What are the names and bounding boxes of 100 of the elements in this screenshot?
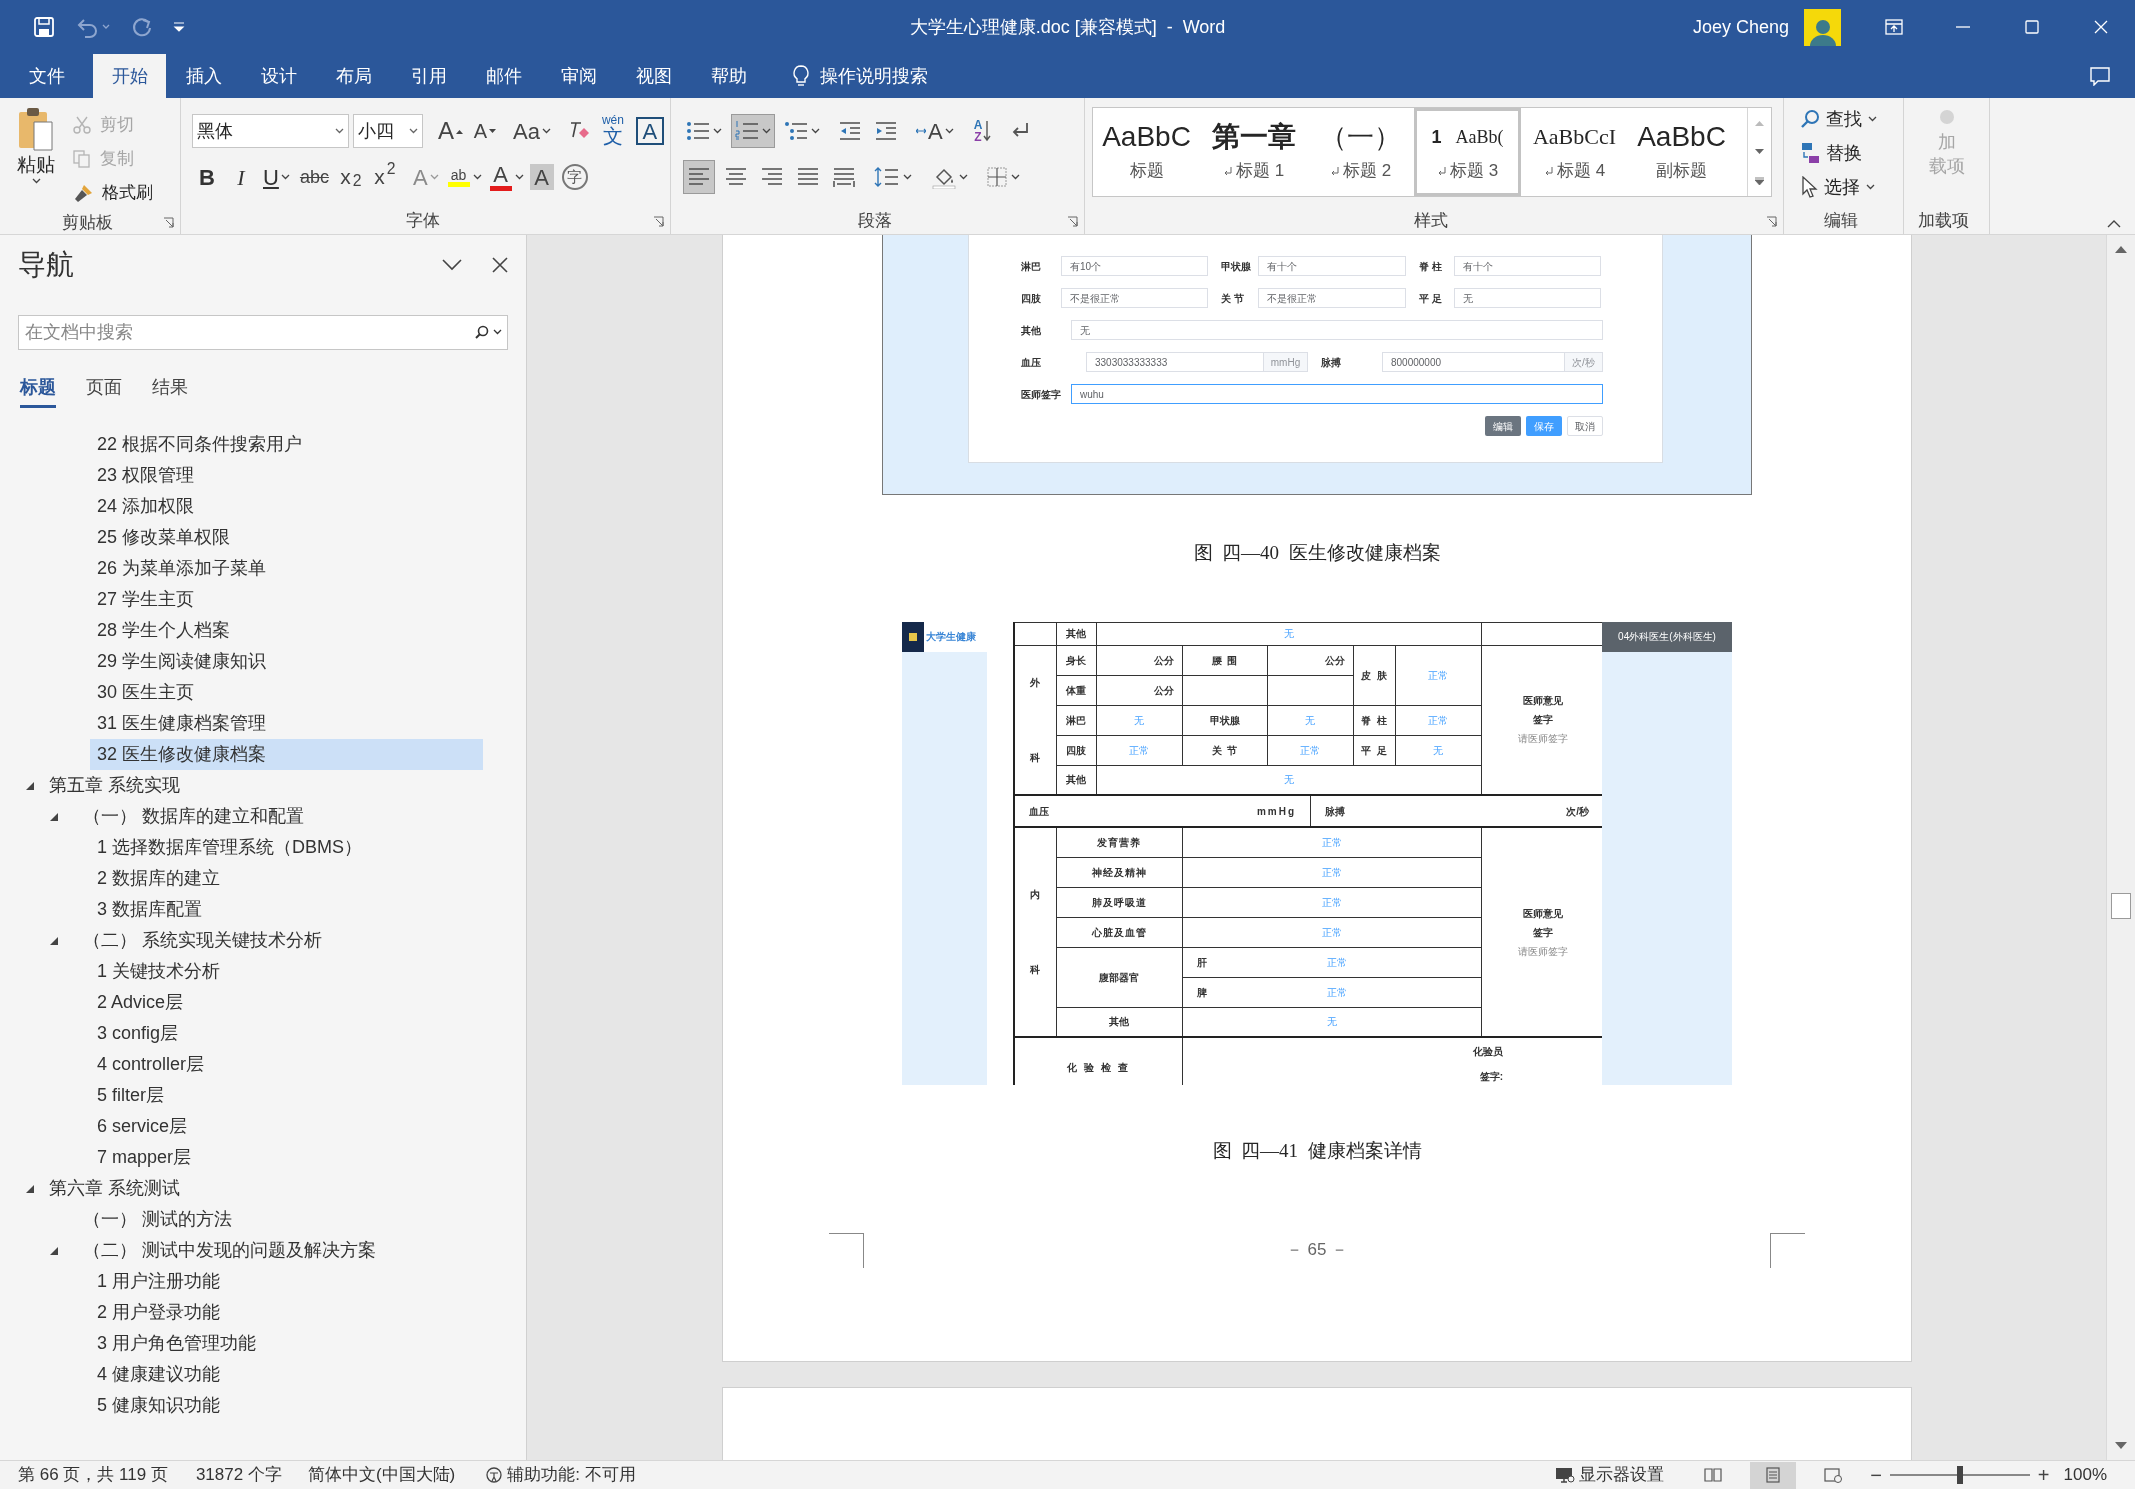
nav-item[interactable]: （二） 测试中发现的问题及解决方案 xyxy=(76,1235,483,1266)
nav-item[interactable]: 22 根据不同条件搜索用户 xyxy=(90,429,483,460)
nav-item[interactable]: 30 医生主页 xyxy=(90,677,483,708)
pane-tab[interactable]: 标题 xyxy=(20,370,56,408)
clipboard-icon[interactable] xyxy=(16,106,56,152)
tell-me-search[interactable]: 操作说明搜索 xyxy=(792,54,928,98)
select-button[interactable]: 选择 xyxy=(1800,170,1903,204)
nav-item[interactable]: 2 数据库的建立 xyxy=(90,863,483,894)
nav-item[interactable]: 28 学生个人档案 xyxy=(90,615,483,646)
accessibility-icon[interactable] xyxy=(485,1466,504,1484)
expanded-triangle-icon[interactable] xyxy=(25,780,35,791)
web-view-icon[interactable] xyxy=(1823,1466,1844,1484)
collapse-ribbon-icon[interactable] xyxy=(2107,220,2121,228)
display-settings-button[interactable]: 显示器设置 xyxy=(1555,1462,1665,1488)
pane-tab[interactable]: 结果 xyxy=(152,370,188,408)
nav-item[interactable]: 27 学生主页 xyxy=(90,584,483,615)
font-name-field[interactable]: 黑体 xyxy=(192,114,349,148)
shrink-font-button[interactable]: A xyxy=(470,115,500,147)
ribbon-tab[interactable]: 引用 xyxy=(391,54,466,98)
caret-icon[interactable] xyxy=(335,128,344,134)
change-case-button[interactable]: Aa xyxy=(510,115,554,147)
cursor-arrow-icon[interactable] xyxy=(1800,176,1818,198)
input-field[interactable]: 800000000 次/秒 xyxy=(1382,352,1603,372)
input-field[interactable]: 有十个 xyxy=(1258,256,1406,276)
font-size-field[interactable]: 小四 xyxy=(353,114,423,148)
nav-item[interactable]: 3 用户角色管理功能 xyxy=(90,1328,483,1359)
caret-icon[interactable] xyxy=(541,128,551,134)
caret-icon[interactable] xyxy=(1868,116,1877,122)
decrease-indent-icon[interactable] xyxy=(838,120,862,142)
paste-button[interactable]: 粘贴 xyxy=(0,106,72,210)
user-menu[interactable]: 04外科医生(外科医生) xyxy=(1602,621,1732,652)
caret-icon[interactable] xyxy=(31,178,41,184)
superscript-button[interactable]: x$^{2}$ xyxy=(369,161,400,193)
align-left-button[interactable] xyxy=(683,160,715,194)
nav-item[interactable]: 4 健康建议功能 xyxy=(90,1359,483,1390)
character-border-button[interactable]: A xyxy=(635,117,664,145)
input-field[interactable]: 3303033333333 mmHg xyxy=(1086,352,1308,372)
ribbon-display-options-icon[interactable] xyxy=(1884,18,1903,36)
style-item[interactable]: 1 AaBb( 标题 3 xyxy=(1414,108,1521,196)
caret-icon[interactable] xyxy=(762,128,771,134)
nav-item[interactable]: （二） 系统实现关键技术分析 xyxy=(76,925,483,956)
nav-item[interactable]: 3 数据库配置 xyxy=(90,894,483,925)
nav-item[interactable]: 32 医生修改健康档案 xyxy=(90,739,483,770)
ribbon-tab[interactable]: 开始 xyxy=(93,54,166,98)
nav-item[interactable]: （一） 测试的方法 xyxy=(76,1204,483,1235)
input-field[interactable]: wuhu xyxy=(1071,384,1603,404)
nav-item[interactable]: 29 学生阅读健康知识 xyxy=(90,646,483,677)
style-item[interactable]: （一） 标题 2 xyxy=(1307,108,1414,196)
expanded-triangle-icon[interactable] xyxy=(49,811,59,822)
caret-icon[interactable] xyxy=(811,128,820,134)
caret-icon[interactable] xyxy=(713,128,722,134)
nav-item[interactable]: 25 修改菜单权限 xyxy=(90,522,483,553)
ribbon-tab[interactable]: 文件 xyxy=(9,54,84,98)
style-item[interactable]: AaBbC 标题 xyxy=(1093,108,1200,196)
monitor-icon[interactable] xyxy=(1555,1466,1576,1484)
zoom-in-button[interactable]: + xyxy=(2037,1460,2050,1489)
caret-icon[interactable] xyxy=(280,174,290,180)
nav-item[interactable]: 2 Advice层 xyxy=(90,987,483,1018)
down-arrow-icon[interactable] xyxy=(983,120,992,142)
phonetic-guide-button[interactable]: wén 文 xyxy=(597,114,628,148)
nav-item[interactable]: 1 关键技术分析 xyxy=(90,956,483,987)
format-painter-button[interactable]: 格式刷 xyxy=(72,176,153,210)
undo-icon[interactable] xyxy=(75,16,111,38)
caret-icon[interactable] xyxy=(959,174,968,180)
nav-item[interactable]: 第六章 系统测试 xyxy=(42,1173,483,1204)
scroll-down-icon[interactable] xyxy=(2115,1442,2127,1450)
dialog-launcher-icon[interactable] xyxy=(653,215,664,227)
dialog-launcher-icon[interactable] xyxy=(163,217,174,229)
scrollbar-thumb[interactable] xyxy=(2111,893,2131,919)
line-spacing-icon[interactable] xyxy=(874,166,900,188)
nav-item[interactable]: 6 service层 xyxy=(90,1111,483,1142)
nav-item[interactable]: 3 config层 xyxy=(90,1018,483,1049)
dialog-launcher-icon[interactable] xyxy=(1067,215,1078,227)
style-item[interactable]: 第一章 标题 1 xyxy=(1200,108,1307,196)
accessibility-status[interactable]: 辅助功能: 不可用 xyxy=(485,1462,636,1488)
numbered-list-icon[interactable] xyxy=(735,120,759,142)
replace-icon[interactable] xyxy=(1800,142,1820,164)
lightbulb-icon[interactable] xyxy=(792,64,810,88)
input-field[interactable]: 无 xyxy=(1071,320,1603,340)
align-right-icon[interactable] xyxy=(760,166,784,188)
search-icon[interactable] xyxy=(475,325,489,339)
enclose-characters-button[interactable]: 字 xyxy=(561,164,588,190)
more-icon[interactable] xyxy=(1755,177,1764,186)
maximize-icon[interactable] xyxy=(2022,18,2041,36)
input-field[interactable]: 不是很正常 xyxy=(1258,288,1406,308)
caret-icon[interactable] xyxy=(472,174,482,180)
increase-indent-icon[interactable] xyxy=(874,120,898,142)
align-justify-icon[interactable] xyxy=(796,166,820,188)
nav-item[interactable]: （一） 数据库的建立和配置 xyxy=(76,801,483,832)
save-icon[interactable] xyxy=(33,16,55,38)
sort-button[interactable]: A Z xyxy=(970,114,995,148)
chevron-down-icon[interactable] xyxy=(442,259,462,271)
expanded-triangle-icon[interactable] xyxy=(49,1245,59,1256)
find-button[interactable]: 查找 xyxy=(1800,102,1903,136)
bold-button[interactable]: B xyxy=(192,161,222,193)
search-field[interactable]: 在文档中搜索 xyxy=(18,315,508,350)
nav-item[interactable]: 5 健康知识功能 xyxy=(90,1390,483,1421)
dialog-launcher-icon[interactable] xyxy=(1766,215,1777,227)
scroll-up-icon[interactable] xyxy=(2115,245,2127,253)
ribbon-tab[interactable]: 审阅 xyxy=(541,54,616,98)
